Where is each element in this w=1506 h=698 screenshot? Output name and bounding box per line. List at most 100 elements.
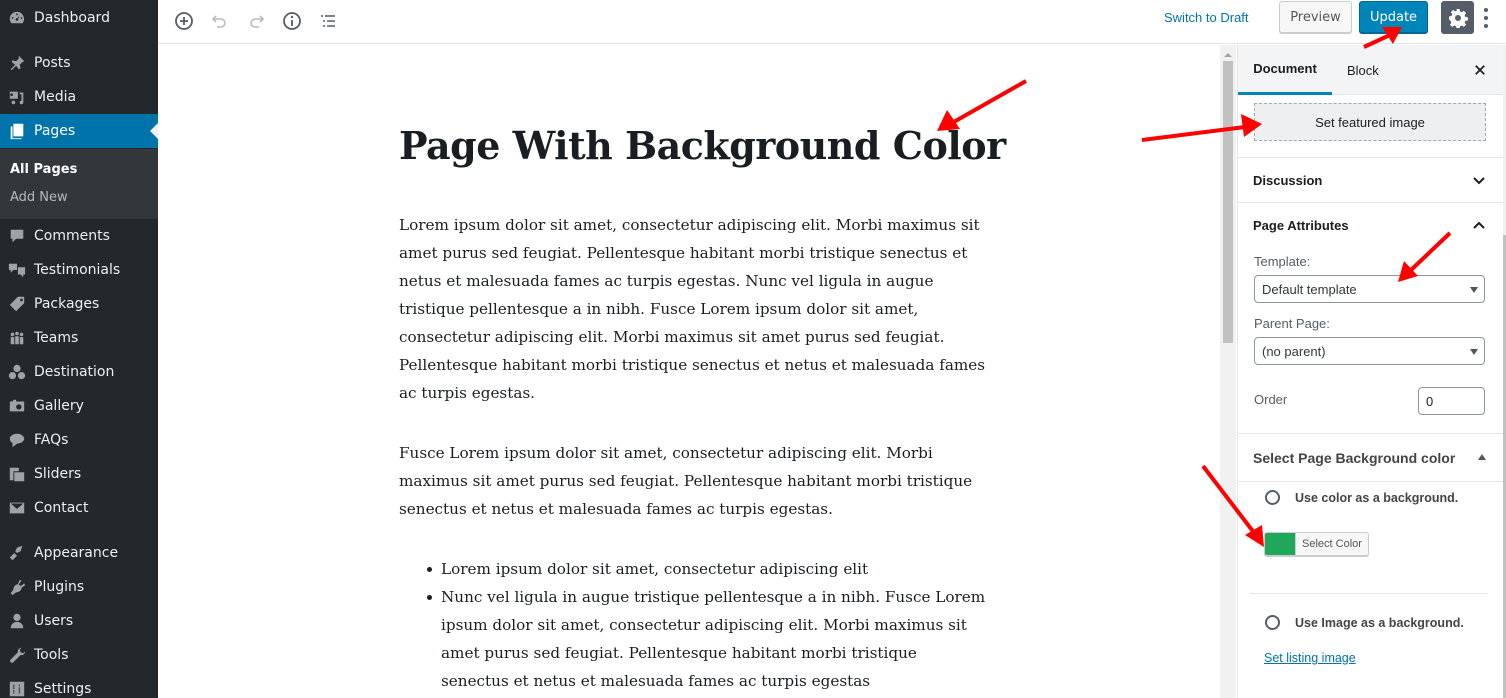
update-button[interactable]: Update [1359,1,1428,33]
paragraph-block[interactable]: Fusce Lorem ipsum dolor sit amet, consec… [399,439,989,523]
template-label: Template: [1254,254,1311,269]
camera-icon [7,396,27,416]
slides-icon [7,464,27,484]
info-icon[interactable] [278,7,306,35]
settings-sidebar: Document Block Set featured image Discus… [1237,45,1503,698]
menu-item-appearance[interactable]: Appearance [0,536,158,570]
redo-icon[interactable] [242,7,270,35]
tab-block[interactable]: Block [1347,45,1379,95]
parent-page-value: (no parent) [1262,343,1326,359]
set-listing-image-link[interactable]: Set listing image [1264,651,1356,665]
menu-item-posts[interactable]: Posts [0,46,158,80]
editor-scrollbar[interactable] [1220,45,1236,698]
use-image-radio-option[interactable]: Use Image as a background. [1265,615,1464,630]
comment-icon [7,226,27,246]
menu-item-packages[interactable]: Packages [0,287,158,321]
divider [1250,593,1488,594]
menu-item-teams[interactable]: Teams [0,321,158,355]
switch-to-draft-link[interactable]: Switch to Draft [1164,10,1249,25]
menu-item-settings[interactable]: Settings [0,672,158,698]
dashboard-icon [7,8,27,28]
preview-button[interactable]: Preview [1279,1,1352,33]
menu-item-comments[interactable]: Comments [0,219,158,253]
menu-label: Packages [34,296,100,312]
email-icon [7,498,27,518]
admin-sidebar: Dashboard Posts Media Pages All Pages Ad… [0,0,158,698]
tab-document[interactable]: Document [1238,45,1332,95]
user-icon [7,611,27,631]
submenu-add-new[interactable]: Add New [10,190,68,205]
background-color-panel-toggle[interactable]: Select Page Background color [1238,434,1503,481]
use-image-label: Use Image as a background. [1295,615,1464,630]
dropdown-arrow-icon [1470,349,1478,355]
undo-icon[interactable] [206,7,234,35]
parent-page-label: Parent Page: [1254,316,1330,331]
more-options-icon[interactable] [1480,6,1492,30]
page-attributes-panel-toggle[interactable]: Page Attributes [1238,203,1503,247]
menu-item-contact[interactable]: Contact [0,491,158,525]
paragraph-block[interactable]: Lorem ipsum dolor sit amet, consectetur … [399,211,989,407]
select-color-label: Select Color [1295,533,1368,555]
chat-icon [7,430,27,450]
menu-item-testimonials[interactable]: Testimonials [0,253,158,287]
menu-item-tools[interactable]: Tools [0,638,158,672]
editor-toolbar: Switch to Draft Preview Update [158,0,1506,44]
menu-label: Pages [34,123,76,139]
pages-icon [7,121,27,141]
close-icon[interactable] [1470,60,1490,80]
settings-toggle-button[interactable] [1441,1,1474,34]
collapse-arrow-icon[interactable] [1478,454,1486,460]
wrench-icon [7,645,27,665]
use-image-radio[interactable] [1265,615,1280,630]
outline-icon[interactable] [314,7,342,35]
submenu-all-pages[interactable]: All Pages [10,162,77,177]
menu-label: Testimonials [34,262,121,278]
menu-item-destination[interactable]: Destination [0,355,158,389]
menu-label: Teams [34,330,79,346]
menu-label: FAQs [34,432,69,448]
use-color-radio-option[interactable]: Use color as a background. [1265,490,1458,505]
menu-item-faqs[interactable]: FAQs [0,423,158,457]
add-block-icon[interactable] [170,7,198,35]
media-icon [7,87,27,107]
menu-item-media[interactable]: Media [0,80,158,114]
menu-label: Contact [34,500,89,516]
pages-submenu: All Pages Add New [0,149,158,219]
menu-label: Media [34,89,77,105]
panel-title: Discussion [1253,172,1323,188]
menu-label: Destination [34,364,115,380]
menu-item-dashboard[interactable]: Dashboard [0,1,158,35]
order-input[interactable]: 0 [1418,387,1485,415]
menu-label: Tools [34,647,69,663]
menu-label: Plugins [34,579,85,595]
menu-item-sliders[interactable]: Sliders [0,457,158,491]
menu-item-gallery[interactable]: Gallery [0,389,158,423]
select-color-button[interactable]: Select Color [1264,532,1369,556]
list-item[interactable]: Lorem ipsum dolor sit amet, consectetur … [399,555,989,583]
pin-icon [7,53,27,73]
plug-icon [7,577,27,597]
set-featured-image-button[interactable]: Set featured image [1254,103,1486,141]
menu-item-pages[interactable]: Pages [0,114,158,148]
post-title[interactable]: Page With Background Color [399,123,1006,168]
menu-item-users[interactable]: Users [0,604,158,638]
panel-title: Select Page Background color [1253,449,1456,466]
template-select[interactable]: Default template [1254,275,1485,303]
list-item[interactable]: Nunc vel ligula in augue tristique pelle… [399,583,989,695]
scroll-up-arrow-icon[interactable] [1224,53,1232,57]
menu-item-plugins[interactable]: Plugins [0,570,158,604]
tag-icon [7,294,27,314]
menu-label: Gallery [34,398,84,414]
menu-label: Appearance [34,545,119,561]
gear-icon [1448,8,1468,28]
list-block[interactable]: Lorem ipsum dolor sit amet, consectetur … [399,555,989,695]
discussion-panel-toggle[interactable]: Discussion [1238,158,1503,202]
scrollbar-thumb[interactable] [1223,61,1233,343]
parent-page-select[interactable]: (no parent) [1254,337,1485,365]
use-color-radio[interactable] [1265,490,1280,505]
dropdown-arrow-icon [1470,287,1478,293]
color-swatch [1265,533,1295,555]
menu-label: Posts [34,55,71,71]
editor-canvas: Page With Background Color Lorem ipsum d… [158,45,1220,698]
location-icon [7,362,27,382]
